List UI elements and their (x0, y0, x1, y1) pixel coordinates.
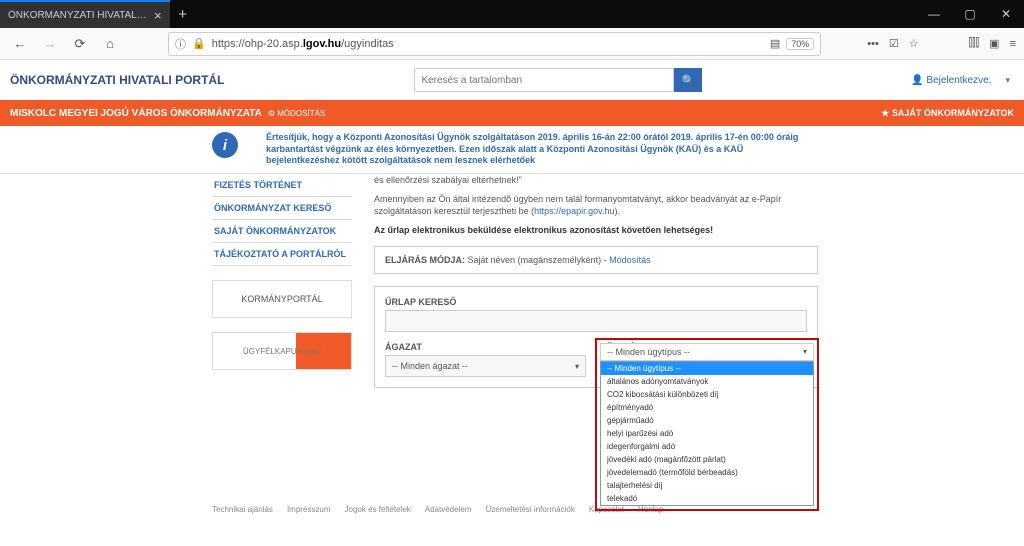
bookmark-icon[interactable]: ☆ (909, 37, 919, 50)
procedure-box: ELJÁRÁS MÓDJA: Saját néven (magánszemély… (374, 246, 818, 274)
portal-title: ÖNKORMÁNYZATI HIVATALI PORTÁL (10, 73, 224, 87)
modify-link[interactable]: ⚙ MÓDOSÍTÁS (268, 109, 325, 118)
own-municipalities-link[interactable]: SAJÁT ÖNKORMÁNYZATOK (881, 108, 1014, 119)
casetype-dropdown-highlight: -- Minden ügytípus --▾ -- Minden ügytípu… (595, 338, 819, 511)
reader-icon[interactable]: ▤ (770, 37, 780, 50)
casetype-option[interactable]: gépjárműadó (601, 414, 813, 427)
sector-select[interactable]: -- Minden ágazat --▾ (385, 355, 586, 377)
sidebar-icon[interactable]: ▣ (989, 37, 999, 50)
footer-link[interactable]: Jogok és feltételek (345, 505, 411, 514)
casetype-option[interactable]: talajterhelési díj (601, 479, 813, 492)
url-text: https://ohp-20.asp.lgov.hu/ugyinditas (212, 38, 394, 50)
zoom-level[interactable]: 70% (786, 38, 814, 50)
more-icon[interactable]: ••• (867, 38, 879, 50)
form-search-label: ŰRLAP KERESŐ (385, 297, 807, 307)
casetype-dropdown[interactable]: -- Minden ügytípus --általános adónyomta… (600, 361, 814, 506)
org-name: MISKOLC MEGYEI JOGÚ VÁROS ÖNKORMÁNYZATA (10, 108, 262, 119)
body-text-2: Amennyiben az Ön által intézendő ügyben … (374, 193, 818, 218)
sidebar: FIZETÉS TÖRTÉNET ÖNKORMÁNYZAT KERESŐ SAJ… (212, 174, 352, 388)
sidebar-item-portal-info[interactable]: TÁJÉKOZTATÓ A PORTÁLRÓL (212, 243, 352, 266)
casetype-option[interactable]: helyi iparűzési adó (601, 427, 813, 440)
chevron-down-icon: ▾ (575, 362, 579, 371)
info-icon: i (212, 132, 238, 158)
search-input[interactable] (414, 68, 674, 92)
footer-link[interactable]: Impresszum (287, 505, 331, 514)
casetype-option[interactable]: jövedelemadó (termőföld bérbeadás) (601, 466, 813, 479)
footer-link[interactable]: Üzemeltetési információk (485, 505, 574, 514)
browser-tab[interactable]: ÖNKORMÁNYZATI HIVATALI PORTÁ × (0, 0, 170, 28)
procedure-modify-link[interactable]: Módosítás (609, 255, 651, 265)
shield-icon: ⓘ (175, 36, 186, 52)
footer-link[interactable]: Adatvédelem (425, 505, 472, 514)
menu-icon[interactable]: ≡ (1010, 38, 1016, 50)
new-tab-button[interactable]: + (170, 1, 196, 27)
casetype-option[interactable]: általános adónyomtatványok (601, 375, 813, 388)
ugyfelkapu-logo[interactable]: ÜGYFÉLKAPU mo.hu (212, 332, 352, 370)
info-text: Értesítjük, hogy a Központi Azonosítási … (266, 132, 812, 167)
casetype-option[interactable]: jövedéki adó (magánfőzött párlat) (601, 453, 813, 466)
epapir-link[interactable]: https://epapir.gov.hu (534, 206, 614, 216)
lock-icon: 🔒 (192, 37, 206, 50)
sidebar-item-municipality-search[interactable]: ÖNKORMÁNYZAT KERESŐ (212, 197, 352, 220)
protection-icon[interactable]: ☑ (889, 37, 899, 50)
forward-icon[interactable]: → (38, 32, 62, 56)
maximize-icon[interactable]: ▢ (952, 0, 988, 28)
casetype-option[interactable]: építményadó (601, 401, 813, 414)
search-button[interactable]: 🔍 (674, 68, 702, 92)
casetype-option[interactable]: -- Minden ügytípus -- (601, 362, 813, 375)
form-search-input[interactable] (385, 310, 807, 332)
reload-icon[interactable]: ⟳ (68, 32, 92, 56)
library-icon[interactable]: ⫿⫿⫿ (969, 37, 980, 50)
chevron-down-icon: ▾ (803, 347, 807, 357)
sidebar-item-payment-history[interactable]: FIZETÉS TÖRTÉNET (212, 174, 352, 197)
kormanyportal-logo[interactable]: KORMÁNYPORTÁL (212, 280, 352, 318)
body-text-3: Az űrlap elektronikus beküldése elektron… (374, 224, 818, 237)
url-bar[interactable]: ⓘ 🔒 https://ohp-20.asp.lgov.hu/ugyindita… (168, 32, 821, 56)
minimize-icon[interactable]: — (916, 0, 952, 28)
tab-title: ÖNKORMÁNYZATI HIVATALI PORTÁ (8, 10, 148, 21)
sidebar-item-own-municipalities[interactable]: SAJÁT ÖNKORMÁNYZATOK (212, 220, 352, 243)
casetype-option[interactable]: telekadó (601, 492, 813, 505)
login-status[interactable]: Bejelentkezve, (911, 75, 991, 86)
form-area: ŰRLAP KERESŐ ÁGAZAT -- Minden ágazat --▾… (374, 286, 818, 388)
home-icon[interactable]: ⌂ (98, 32, 122, 56)
casetype-option[interactable]: idegenforgalmi adó (601, 440, 813, 453)
close-window-icon[interactable]: ✕ (988, 0, 1024, 28)
chevron-down-icon[interactable]: ▾ (1005, 75, 1010, 86)
casetype-option[interactable]: CO2 kibocsátási különbözeti díj (601, 388, 813, 401)
back-icon[interactable]: ← (8, 32, 32, 56)
body-text-1: és ellenőrzési szabályai eltérhetnek!" (374, 174, 818, 187)
sector-label: ÁGAZAT (385, 342, 586, 352)
footer-link[interactable]: Technikai ajánlás (212, 505, 273, 514)
close-tab-icon[interactable]: × (154, 8, 162, 23)
casetype-select[interactable]: -- Minden ügytípus --▾ (600, 343, 814, 361)
